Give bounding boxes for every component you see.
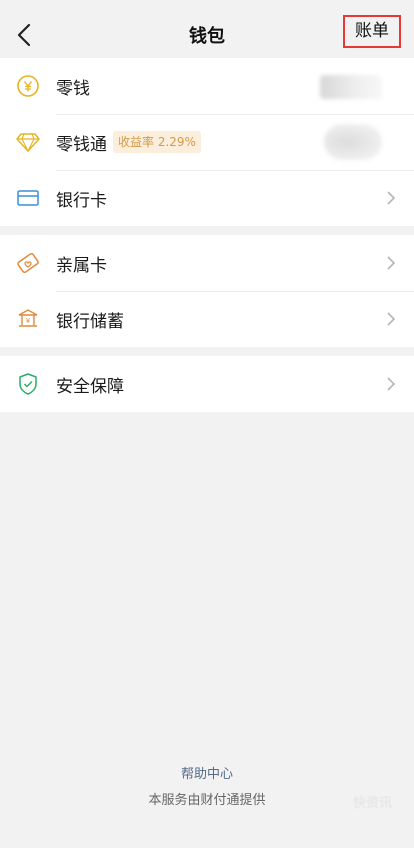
family-card-icon [15, 250, 41, 276]
blurred-balance [320, 75, 382, 99]
list-item-label: 零钱通 [56, 134, 107, 155]
diamond-icon [15, 129, 41, 155]
bank-card-icon [15, 185, 41, 211]
list-item-change-plus[interactable]: 零钱通 收益率 2.29% [0, 114, 414, 170]
list-item-label: 银行储蓄 [56, 311, 124, 332]
help-center-link[interactable]: 帮助中心 [0, 763, 414, 782]
list-item-bank-card[interactable]: 银行卡 [0, 170, 414, 226]
security-section: 安全保障 [0, 356, 414, 412]
provider-note: 本服务由财付通提供 [148, 793, 266, 808]
list-item-label: 零钱 [56, 78, 90, 99]
chevron-right-icon [387, 312, 396, 326]
svg-text:¥: ¥ [26, 317, 31, 325]
list-item-family-card[interactable]: 亲属卡 [0, 235, 414, 291]
yield-badge: 收益率 2.29% [113, 131, 201, 153]
list-item-change[interactable]: 零钱 [0, 58, 414, 114]
list-item-bank-savings[interactable]: ¥ 银行储蓄 [0, 291, 414, 347]
bill-button[interactable]: 账单 [343, 15, 401, 48]
nav-bar: 钱包 账单 [0, 0, 414, 56]
family-section: 亲属卡 ¥ 银行储蓄 [0, 235, 414, 347]
list-item-label: 亲属卡 [56, 255, 107, 276]
list-item-label: 安全保障 [56, 376, 124, 397]
wallet-section: 零钱 零钱通 收益率 2.29% 银行卡 [0, 58, 414, 226]
shield-check-icon [15, 371, 41, 397]
chevron-right-icon [387, 191, 396, 205]
yen-coin-icon [15, 73, 41, 99]
list-item-security[interactable]: 安全保障 [0, 356, 414, 412]
watermark: 快资讯 [352, 796, 392, 811]
chevron-right-icon [387, 256, 396, 270]
blurred-balance [324, 124, 382, 160]
chevron-right-icon [387, 377, 396, 391]
list-item-label: 银行卡 [56, 190, 107, 211]
bank-building-icon: ¥ [15, 306, 41, 332]
